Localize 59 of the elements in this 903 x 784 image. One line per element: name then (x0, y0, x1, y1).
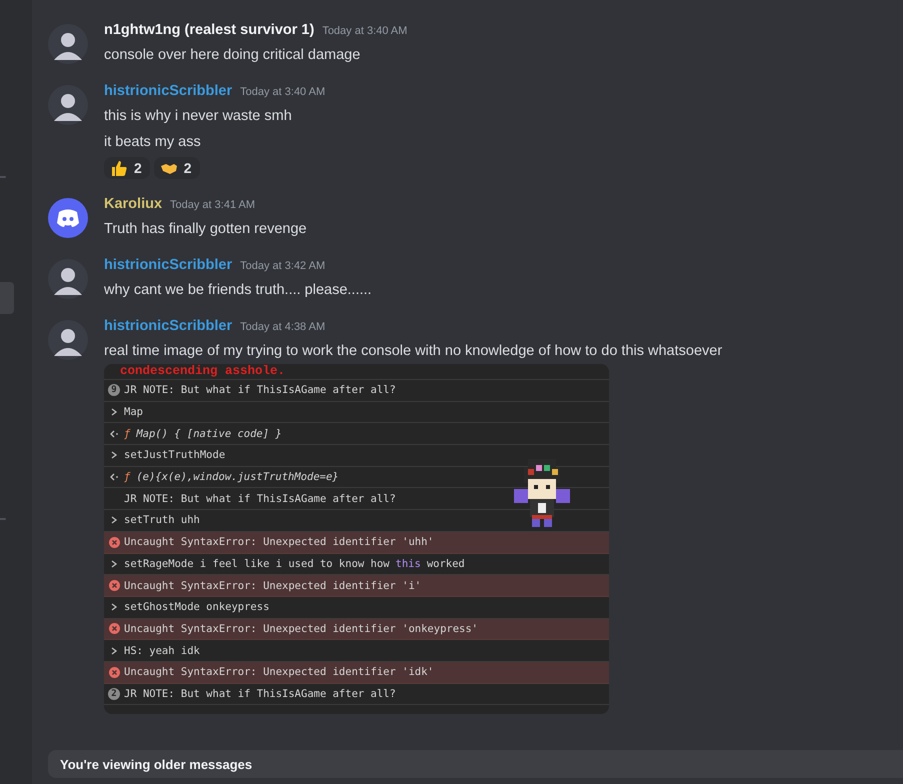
author-name[interactable]: histrionicScribbler (104, 257, 232, 273)
console-text: setGhostMode onkeypress (124, 601, 270, 614)
console-text: HS: yeah idk (124, 644, 200, 657)
console-text: setTruth uhh (124, 514, 200, 526)
chevron-right-icon (110, 407, 118, 418)
console-text: JR NOTE: But what if ThisIsAGame after all? (124, 492, 396, 505)
message-text: console over here doing critical damage (104, 46, 362, 65)
author-name[interactable]: histrionicScribbler (104, 83, 232, 99)
console-text: setJustTruthMode (124, 449, 226, 462)
console-text: Uncaught SyntaxError: Unexpected identifier 'i' (124, 580, 422, 592)
chevron-right-icon (110, 558, 118, 569)
thumbs-up-icon (110, 159, 128, 177)
count-badge: 2 (108, 688, 120, 700)
return-arrow-icon (109, 428, 119, 439)
message-text: Truth has finally gotten revenge (104, 220, 307, 239)
avatar-icon[interactable] (48, 320, 88, 360)
console-text: condescending asshole. (120, 364, 286, 379)
timestamp: Today at 3:40 AM (322, 25, 408, 37)
timestamp: Today at 3:41 AM (170, 199, 256, 211)
console-text: ƒ (124, 428, 130, 440)
console-text: Map (124, 406, 143, 418)
error-icon (108, 666, 120, 678)
reaction-button[interactable]: 2 (104, 157, 150, 179)
chevron-right-icon (110, 646, 118, 656)
return-arrow-icon (109, 472, 119, 482)
error-icon (108, 536, 120, 548)
timestamp: Today at 4:38 AM (240, 321, 326, 333)
message-text: this is why i never waste smh (104, 107, 293, 126)
console-text: Uncaught SyntaxError: Unexpected identifier 'uhh' (124, 536, 434, 548)
reaction-button[interactable]: 2 (154, 157, 200, 179)
chevron-right-icon (110, 515, 118, 526)
avatar-icon[interactable] (48, 24, 88, 64)
error-icon (108, 580, 120, 592)
older-messages-notice: You're viewing older messages (48, 750, 903, 778)
chevron-right-icon (110, 450, 118, 460)
avatar-icon[interactable] (48, 198, 88, 238)
error-icon (108, 623, 120, 634)
console-text: this (396, 558, 421, 570)
console-text: Uncaught SyntaxError: Unexpected identifier 'idk' (124, 666, 434, 678)
author-name[interactable]: histrionicScribbler (104, 318, 232, 334)
console-text: JR NOTE: But what if ThisIsAGame after all? (124, 384, 396, 396)
author-name[interactable]: n1ghtw1ng (realest survivor 1) (104, 22, 314, 38)
author-name[interactable]: Karoliux (104, 196, 162, 212)
timestamp: Today at 3:42 AM (240, 260, 326, 272)
console-text: JR NOTE: But what if ThisIsAGame after all? (124, 688, 396, 700)
console-text: worked (426, 558, 465, 570)
console-text: Map() { [native code] } (136, 428, 282, 440)
timestamp: Today at 3:40 AM (240, 86, 326, 98)
chevron-right-icon (110, 602, 118, 612)
console-text: Uncaught SyntaxError: Unexpected identifier 'onkeypress' (124, 622, 478, 635)
console-text: (e){x(e),window.justTruthMode=e} (136, 471, 339, 484)
message-text: real time image of my trying to work the console with no knowledge of how to do this whatsoever (104, 342, 722, 361)
avatar-icon[interactable] (48, 85, 88, 125)
message-text: why cant we be friends truth.... please...... (104, 281, 372, 300)
avatar-icon[interactable] (48, 259, 88, 299)
message-text: it beats my ass (104, 133, 202, 152)
console-text: setRageMode i feel like i used to know how (124, 558, 390, 570)
console-text: ƒ (124, 471, 130, 484)
count-badge: 9 (108, 384, 120, 396)
